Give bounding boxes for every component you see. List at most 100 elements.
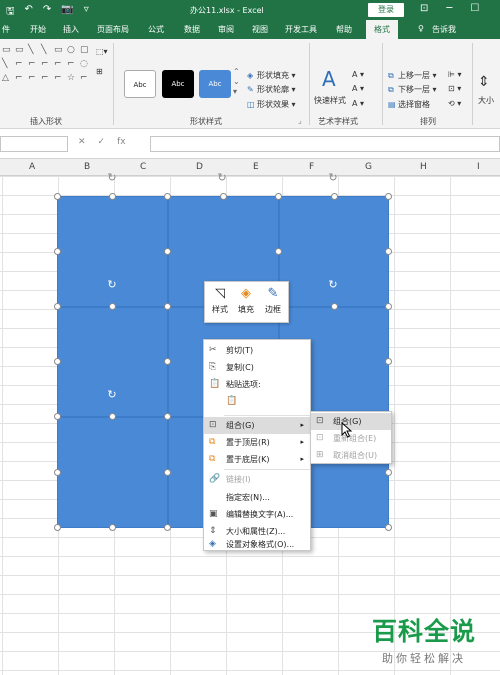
menu-item-bring-to-front[interactable]: ⧉ 置于顶层(R) ▸: [204, 434, 310, 451]
formula-input[interactable]: [150, 136, 500, 152]
menu-item-assign-macro[interactable]: 指定宏(N)...: [204, 489, 310, 506]
gallery-shape[interactable]: ⌐: [41, 59, 53, 72]
resize-handle[interactable]: [331, 193, 338, 200]
menu-item-copy[interactable]: ⎘ 复制(C): [204, 359, 310, 376]
menu-item-send-to-back[interactable]: ⧉ 置于底层(K) ▸: [204, 451, 310, 468]
tab-format[interactable]: 格式: [366, 20, 398, 39]
column-header-i[interactable]: I: [477, 162, 480, 172]
shape-style-white[interactable]: Abc: [124, 70, 156, 98]
text-outline-icon[interactable]: A ▾: [352, 84, 364, 93]
tab-data[interactable]: 数据: [184, 24, 200, 35]
gallery-shape[interactable]: ◌: [80, 59, 92, 72]
gallery-shape[interactable]: ⌐: [54, 59, 66, 72]
resize-handle[interactable]: [164, 469, 171, 476]
shape-style-blue[interactable]: Abc: [199, 70, 231, 98]
gallery-scroll-icon[interactable]: ⌃ ⌄ ▾: [233, 67, 240, 97]
bring-forward-button[interactable]: ⧉ 上移一层 ▾: [388, 70, 437, 81]
resize-handle[interactable]: [164, 524, 171, 531]
column-header-d[interactable]: D: [196, 162, 203, 172]
resize-handle[interactable]: [109, 303, 116, 310]
camera-icon[interactable]: 📷: [61, 4, 73, 21]
resize-handle[interactable]: [109, 413, 116, 420]
resize-handle[interactable]: [385, 469, 392, 476]
resize-handle[interactable]: [54, 248, 61, 255]
resize-handle[interactable]: [385, 248, 392, 255]
rotate-handle-icon[interactable]: ↻: [327, 279, 339, 291]
undo-icon[interactable]: ↶: [25, 4, 33, 21]
shape-outline-button[interactable]: ✎ 形状轮廓 ▾: [247, 84, 296, 95]
gallery-shape[interactable]: ⌐: [54, 73, 66, 86]
size-icon[interactable]: ⇕: [478, 74, 490, 90]
resize-handle[interactable]: [331, 303, 338, 310]
tab-insert[interactable]: 插入: [63, 24, 79, 35]
dialog-launcher-icon[interactable]: ⌟: [298, 116, 302, 125]
resize-handle[interactable]: [164, 193, 171, 200]
resize-handle[interactable]: [385, 358, 392, 365]
rectangle-shape[interactable]: [57, 417, 168, 528]
gallery-shape[interactable]: ╲: [41, 45, 53, 58]
resize-handle[interactable]: [54, 413, 61, 420]
gallery-shape[interactable]: ▢: [80, 45, 92, 58]
tab-formulas[interactable]: 公式: [148, 24, 164, 35]
gallery-shape[interactable]: ▭: [2, 45, 14, 58]
column-header-g[interactable]: G: [365, 162, 372, 172]
redo-icon[interactable]: ↷: [43, 4, 51, 21]
gallery-shape[interactable]: ╲: [28, 45, 40, 58]
tab-developer[interactable]: 开发工具: [285, 24, 317, 35]
resize-handle[interactable]: [385, 524, 392, 531]
login-button[interactable]: 登录: [368, 3, 404, 17]
shapes-gallery[interactable]: ▭ ▭ ╲ ╲ ▭ ○ ▢ ╲ ⌐ ⌐ ⌐ ⌐ ⌐ ◌ △ ⌐ ⌐ ⌐ ⌐ ☆ …: [2, 45, 94, 99]
menu-item-format-object[interactable]: ◈ 设置对象格式(O)...: [204, 536, 310, 553]
shape-style-black[interactable]: Abc: [162, 70, 194, 98]
resize-handle[interactable]: [164, 358, 171, 365]
column-header-b[interactable]: B: [84, 162, 90, 172]
resize-handle[interactable]: [109, 524, 116, 531]
cancel-icon[interactable]: ✕: [78, 137, 86, 147]
tab-review[interactable]: 审阅: [218, 24, 234, 35]
resize-handle[interactable]: [54, 358, 61, 365]
customize-qat-icon[interactable]: ▿: [84, 4, 89, 21]
gallery-shape[interactable]: ○: [67, 45, 79, 58]
gallery-shape[interactable]: ☆: [67, 73, 79, 86]
resize-handle[interactable]: [275, 248, 282, 255]
tab-view[interactable]: 视图: [252, 24, 268, 35]
rotate-handle-icon[interactable]: ↻: [106, 389, 118, 401]
resize-handle[interactable]: [109, 193, 116, 200]
gallery-shape[interactable]: ⌐: [80, 73, 92, 86]
resize-handle[interactable]: [164, 303, 171, 310]
fill-button[interactable]: ◈ 填充: [235, 286, 257, 315]
style-button[interactable]: ◹ 样式: [209, 286, 231, 315]
text-effects-icon[interactable]: A ▾: [352, 99, 364, 108]
column-header-e[interactable]: E: [253, 162, 259, 172]
name-box[interactable]: [0, 136, 68, 152]
quick-styles-button[interactable]: 快速样式: [314, 95, 346, 106]
tab-help[interactable]: 帮助: [336, 24, 352, 35]
tab-page-layout[interactable]: 页面布局: [97, 24, 129, 35]
resize-handle[interactable]: [385, 193, 392, 200]
tab-home[interactable]: 开始: [30, 24, 46, 35]
resize-handle[interactable]: [385, 303, 392, 310]
send-backward-button[interactable]: ⧉ 下移一层 ▾: [388, 84, 437, 95]
resize-handle[interactable]: [54, 469, 61, 476]
tab-file[interactable]: 件: [2, 24, 10, 35]
resize-handle[interactable]: [54, 193, 61, 200]
resize-handle[interactable]: [54, 524, 61, 531]
menu-item-cut[interactable]: ✂ 剪切(T): [204, 342, 310, 359]
border-button[interactable]: ✎ 边框: [262, 286, 284, 315]
save-icon[interactable]: 🖫: [6, 4, 15, 21]
paste-option-button[interactable]: 📋: [204, 393, 310, 413]
size-button[interactable]: 大小: [478, 95, 494, 106]
gallery-shape[interactable]: ⌐: [67, 59, 79, 72]
gallery-shape[interactable]: ▭: [15, 45, 27, 58]
group-objects-icon[interactable]: ⊡ ▾: [448, 84, 461, 93]
selection-pane-button[interactable]: ▤ 选择窗格: [388, 99, 430, 110]
gallery-shape[interactable]: ╲: [2, 59, 14, 72]
gallery-shape[interactable]: ⌐: [15, 59, 27, 72]
edit-shape-icon[interactable]: ⬚▾: [96, 47, 108, 56]
rotate-handle-icon[interactable]: ↻: [106, 172, 118, 184]
gallery-shape[interactable]: ⌐: [28, 73, 40, 86]
rotate-handle-icon[interactable]: ↻: [216, 172, 228, 184]
column-header-f[interactable]: F: [309, 162, 314, 172]
ribbon-display-icon[interactable]: ⊡: [420, 3, 428, 14]
resize-handle[interactable]: [275, 193, 282, 200]
